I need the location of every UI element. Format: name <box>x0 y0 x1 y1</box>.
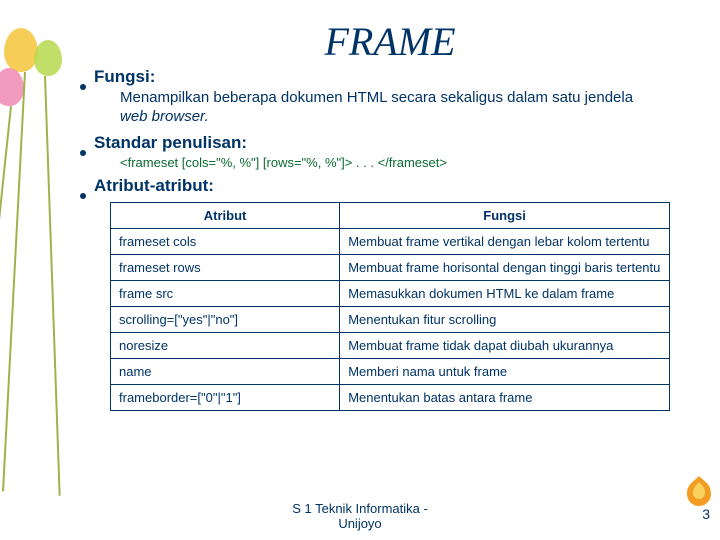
section-atribut-label: Atribut-atribut: <box>94 176 214 196</box>
table-row: noresizeMembuat frame tidak dapat diubah… <box>111 332 670 358</box>
slide-footer: S 1 Teknik Informatika - Unijoyo <box>0 501 720 532</box>
table-header-fungsi: Fungsi <box>340 202 670 228</box>
bullet-icon <box>80 150 86 156</box>
table-row: scrolling=["yes"|"no"]Menentukan fitur s… <box>111 306 670 332</box>
atribut-table: Atribut Fungsi frameset colsMembuat fram… <box>110 202 670 411</box>
page-number: 3 <box>702 506 710 522</box>
section-standar-label: Standar penulisan: <box>94 133 247 153</box>
bullet-icon <box>80 84 86 90</box>
bullet-icon <box>80 193 86 199</box>
section-fungsi-desc: Menampilkan beberapa dokumen HTML secara… <box>120 89 660 127</box>
table-row: frame srcMemasukkan dokumen HTML ke dala… <box>111 280 670 306</box>
table-row: frameborder=["0"|"1"]Menentukan batas an… <box>111 384 670 410</box>
slide-title: FRAME <box>120 18 660 65</box>
table-header-attr: Atribut <box>111 202 340 228</box>
table-row: nameMemberi nama untuk frame <box>111 358 670 384</box>
section-standar-code: <frameset [cols="%, %"] [rows="%, %"]> .… <box>120 155 660 170</box>
table-row: frameset colsMembuat frame vertikal deng… <box>111 228 670 254</box>
section-fungsi-label: Fungsi: <box>94 67 155 87</box>
table-row: frameset rowsMembuat frame horisontal de… <box>111 254 670 280</box>
